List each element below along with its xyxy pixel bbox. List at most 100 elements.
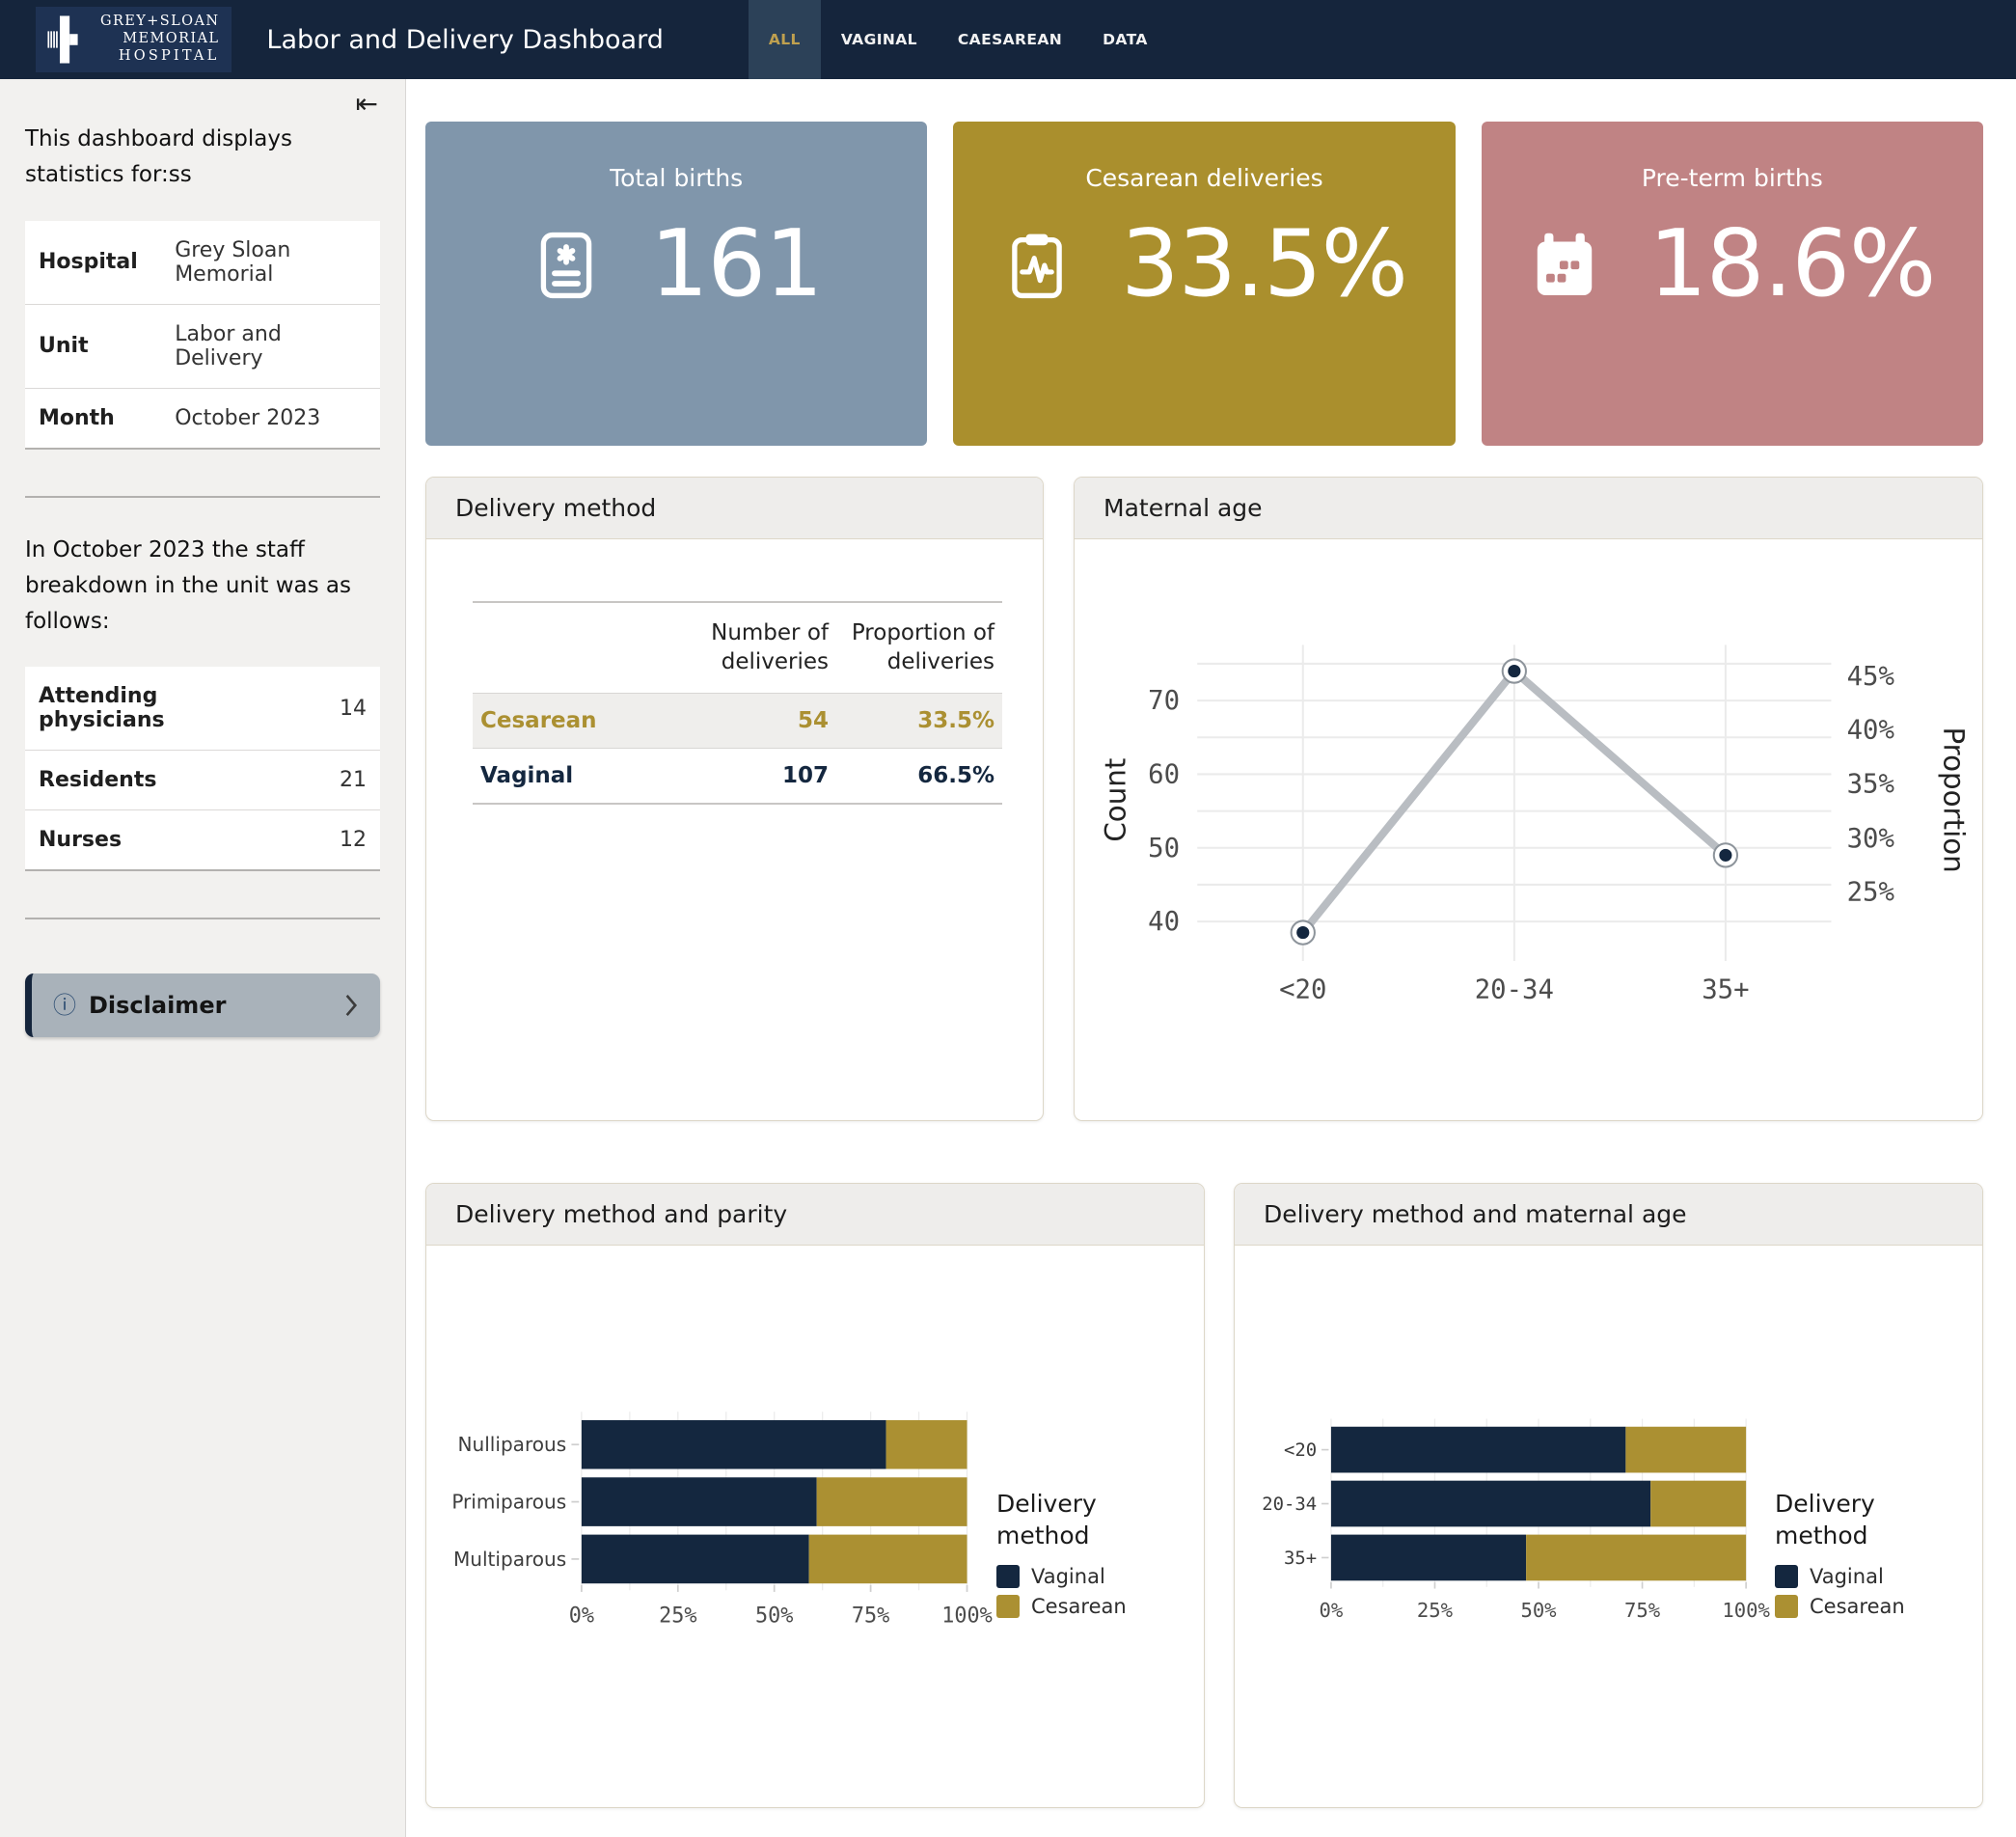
column-header <box>473 602 670 693</box>
value-box-value: 161 <box>650 219 822 311</box>
delivery-method-card: Delivery method Number of deliveries Pro… <box>425 477 1044 1121</box>
disclaimer-label: Disclaimer <box>89 992 226 1019</box>
svg-text:Primiparous: Primiparous <box>451 1491 566 1514</box>
value-boxes: Total births 161 <box>425 122 1983 446</box>
svg-text:0%: 0% <box>569 1604 594 1628</box>
legend-swatch <box>1775 1565 1798 1588</box>
staff-row: Residents 21 <box>25 751 380 810</box>
parity-stacked-bar-chart: NulliparousPrimiparousMultiparous0%25%50… <box>455 1400 977 1653</box>
divider <box>25 496 380 498</box>
info-label: Month <box>25 388 167 449</box>
staff-row: Attending physicians 14 <box>25 667 380 751</box>
card-title: Delivery method <box>426 478 1043 539</box>
info-label: Unit <box>25 304 167 388</box>
svg-text:25%: 25% <box>659 1604 696 1628</box>
svg-text:35%: 35% <box>1846 769 1893 799</box>
table-row: Vaginal 107 66.5% <box>473 748 1002 804</box>
hospital-logo: GREY+SLOAN MEMORIAL HOSPITAL <box>36 7 232 72</box>
cell-count: 107 <box>670 748 836 804</box>
age-stacked-bar-chart: <2020-3435+0%25%50%75%100% <box>1264 1408 1756 1646</box>
svg-text:50: 50 <box>1148 833 1180 863</box>
legend-swatch <box>996 1595 1020 1618</box>
legend-item: Cesarean <box>1775 1595 1953 1618</box>
tab-vaginal[interactable]: VAGINAL <box>821 0 938 79</box>
collapse-sidebar-icon[interactable]: ⇤ <box>356 91 378 118</box>
column-header: Number of deliveries <box>670 602 836 693</box>
legend-item: Vaginal <box>1775 1565 1953 1588</box>
chevron-right-icon <box>343 993 359 1018</box>
legend-label: Cesarean <box>1031 1595 1127 1618</box>
calendar-icon <box>1529 230 1600 301</box>
staff-row: Nurses 12 <box>25 810 380 871</box>
svg-text:0%: 0% <box>1320 1599 1344 1622</box>
tab-all[interactable]: ALL <box>749 0 821 79</box>
divider <box>25 918 380 919</box>
svg-text:50%: 50% <box>755 1604 793 1628</box>
legend-label: Vaginal <box>1810 1565 1884 1588</box>
svg-text:75%: 75% <box>1624 1599 1661 1622</box>
svg-text:100%: 100% <box>941 1604 993 1628</box>
cell-proportion: 33.5% <box>836 693 1002 748</box>
info-value: Grey Sloan Memorial <box>167 221 380 305</box>
page-title: Labor and Delivery Dashboard <box>266 25 663 55</box>
info-label: Hospital <box>25 221 167 305</box>
svg-text:<20: <20 <box>1284 1439 1317 1461</box>
tab-caesarean[interactable]: CAESAREAN <box>938 0 1082 79</box>
card-title: Delivery method and parity <box>426 1184 1204 1246</box>
legend-items: Vaginal Cesarean <box>996 1565 1175 1618</box>
cell-proportion: 66.5% <box>836 748 1002 804</box>
svg-text:25%: 25% <box>1417 1599 1454 1622</box>
staff-label: Attending physicians <box>25 667 281 751</box>
staff-value: 21 <box>281 751 380 810</box>
svg-text:Count: Count <box>1099 757 1131 841</box>
column-header: Proportion of deliveries <box>836 602 1002 693</box>
info-value: October 2023 <box>167 388 380 449</box>
svg-text:20-34: 20-34 <box>1262 1494 1317 1515</box>
row-label: Vaginal <box>473 748 670 804</box>
cell-count: 54 <box>670 693 836 748</box>
info-value: Labor and Delivery <box>167 304 380 388</box>
card-title: Delivery method and maternal age <box>1235 1184 1982 1246</box>
svg-text:35+: 35+ <box>1702 974 1749 1004</box>
legend-swatch <box>996 1565 1020 1588</box>
row-label: Cesarean <box>473 693 670 748</box>
legend-item: Cesarean <box>996 1595 1175 1618</box>
value-box-total-births: Total births 161 <box>425 122 927 446</box>
svg-text:<20: <20 <box>1279 974 1326 1004</box>
legend-title: Delivery method <box>1775 1489 1953 1551</box>
legend-label: Vaginal <box>1031 1565 1105 1588</box>
svg-text:35+: 35+ <box>1284 1548 1317 1569</box>
svg-text:100%: 100% <box>1722 1599 1770 1622</box>
legend-items: Vaginal Cesarean <box>1775 1565 1953 1618</box>
chart-legend: Delivery method Vaginal Cesarean <box>1775 1489 1953 1618</box>
main-content: Total births 161 <box>406 79 2016 1837</box>
staff-value: 14 <box>281 667 380 751</box>
tab-data[interactable]: DATA <box>1082 0 1168 79</box>
maternal-age-line-chart: 4050607025%30%35%40%45%<2020-3435+CountP… <box>1090 625 1968 1035</box>
legend-title: Delivery method <box>996 1489 1175 1551</box>
svg-text:30%: 30% <box>1846 823 1893 853</box>
navbar: GREY+SLOAN MEMORIAL HOSPITAL Labor and D… <box>0 0 2016 79</box>
value-box-value: 33.5% <box>1121 219 1407 311</box>
sidebar: ⇤ This dashboard displays statistics for… <box>0 79 406 1837</box>
value-box-preterm: Pre-term births 18.6% <box>1482 122 1983 446</box>
hospital-logo-text: GREY+SLOAN MEMORIAL HOSPITAL <box>100 14 219 65</box>
parity-card: Delivery method and parity NulliparousPr… <box>425 1183 1205 1808</box>
svg-text:50%: 50% <box>1520 1599 1557 1622</box>
legend-swatch <box>1775 1595 1798 1618</box>
info-row: Unit Labor and Delivery <box>25 304 380 388</box>
info-icon: ⓘ <box>53 994 76 1017</box>
chart-legend: Delivery method Vaginal Cesarean <box>996 1489 1175 1618</box>
legend-item: Vaginal <box>996 1565 1175 1588</box>
svg-text:40: 40 <box>1148 907 1180 937</box>
sidebar-intro-text: This dashboard displays statistics for:s… <box>25 122 380 194</box>
staff-label: Nurses <box>25 810 281 871</box>
disclaimer-accordion[interactable]: ⓘ Disclaimer <box>25 973 380 1037</box>
staff-intro-text: In October 2023 the staff breakdown in t… <box>25 533 380 641</box>
svg-text:60: 60 <box>1148 759 1180 789</box>
info-row: Hospital Grey Sloan Memorial <box>25 221 380 305</box>
value-box-title: Cesarean deliveries <box>953 164 1455 192</box>
file-medical-icon <box>531 230 602 301</box>
svg-text:Multiparous: Multiparous <box>453 1548 566 1571</box>
nav-tabs: ALL VAGINAL CAESAREAN DATA <box>749 0 1168 79</box>
